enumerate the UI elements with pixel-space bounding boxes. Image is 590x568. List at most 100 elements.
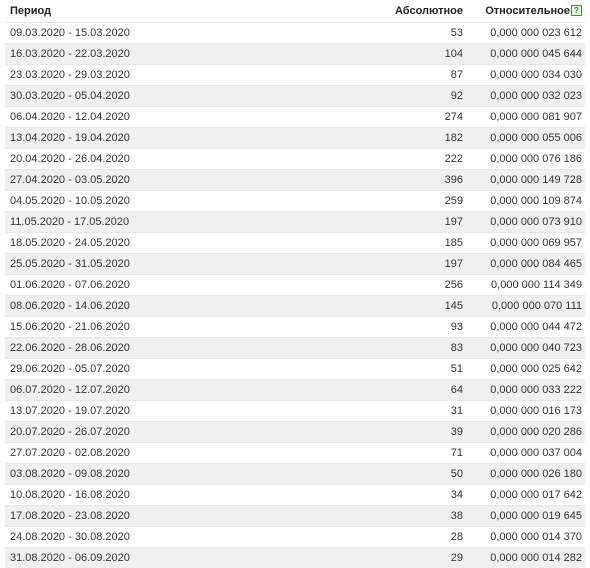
table-row: 23.03.2020 - 29.03.2020870,000 000 034 0…	[5, 65, 585, 86]
absolute-cell: 50	[385, 464, 467, 485]
period-cell: 10.08.2020 - 16.08.2020	[5, 485, 385, 506]
absolute-cell: 71	[385, 443, 467, 464]
table-body: 09.03.2020 - 15.03.2020530,000 000 023 6…	[5, 23, 585, 568]
relative-cell: 0,000 000 084 465	[467, 254, 585, 275]
table-row: 25.05.2020 - 31.05.20201970,000 000 084 …	[5, 254, 585, 275]
period-cell: 13.04.2020 - 19.04.2020	[5, 128, 385, 149]
period-cell: 23.03.2020 - 29.03.2020	[5, 65, 385, 86]
relative-cell: 0,000 000 114 349	[467, 275, 585, 296]
relative-cell: 0,000 000 081 907	[467, 107, 585, 128]
table-header: Период Абсолютное Относительное?	[5, 0, 585, 23]
absolute-cell: 31	[385, 401, 467, 422]
period-cell: 20.04.2020 - 26.04.2020	[5, 149, 385, 170]
table-row: 08.06.2020 - 14.06.20201450,000 000 070 …	[5, 296, 585, 317]
absolute-cell: 222	[385, 149, 467, 170]
period-cell: 31.08.2020 - 06.09.2020	[5, 548, 385, 568]
relative-cell: 0,000 000 037 004	[467, 443, 585, 464]
relative-cell: 0,000 000 019 645	[467, 506, 585, 527]
relative-cell: 0,000 000 023 612	[467, 23, 585, 44]
relative-cell: 0,000 000 016 173	[467, 401, 585, 422]
relative-cell: 0,000 000 073 910	[467, 212, 585, 233]
period-cell: 17.08.2020 - 23.08.2020	[5, 506, 385, 527]
table-row: 22.06.2020 - 28.06.2020830,000 000 040 7…	[5, 338, 585, 359]
absolute-cell: 51	[385, 359, 467, 380]
table-row: 10.08.2020 - 16.08.2020340,000 000 017 6…	[5, 485, 585, 506]
table-row: 17.08.2020 - 23.08.2020380,000 000 019 6…	[5, 506, 585, 527]
table-row: 06.07.2020 - 12.07.2020640,000 000 033 2…	[5, 380, 585, 401]
period-cell: 27.07.2020 - 02.08.2020	[5, 443, 385, 464]
absolute-cell: 256	[385, 275, 467, 296]
absolute-column-header: Абсолютное	[385, 0, 467, 23]
period-cell: 06.04.2020 - 12.04.2020	[5, 107, 385, 128]
statistics-panel: Период Абсолютное Относительное? 09.03.2…	[0, 0, 590, 555]
table-row: 03.08.2020 - 09.08.2020500,000 000 026 1…	[5, 464, 585, 485]
absolute-cell: 274	[385, 107, 467, 128]
table-row: 30.03.2020 - 05.04.2020920,000 000 032 0…	[5, 86, 585, 107]
period-column-header: Период	[5, 0, 385, 23]
period-cell: 27.04.2020 - 03.05.2020	[5, 170, 385, 191]
statistics-table: Период Абсолютное Относительное? 09.03.2…	[5, 0, 585, 568]
absolute-cell: 197	[385, 254, 467, 275]
table-row: 16.03.2020 - 22.03.20201040,000 000 045 …	[5, 44, 585, 65]
absolute-cell: 185	[385, 233, 467, 254]
relative-cell: 0,000 000 070 111	[467, 296, 585, 317]
period-cell: 08.06.2020 - 14.06.2020	[5, 296, 385, 317]
table-row: 18.05.2020 - 24.05.20201850,000 000 069 …	[5, 233, 585, 254]
relative-cell: 0,000 000 020 286	[467, 422, 585, 443]
period-cell: 18.05.2020 - 24.05.2020	[5, 233, 385, 254]
relative-column-header: Относительное?	[467, 0, 585, 23]
period-cell: 22.06.2020 - 28.06.2020	[5, 338, 385, 359]
table-row: 09.03.2020 - 15.03.2020530,000 000 023 6…	[5, 23, 585, 44]
period-cell: 04.05.2020 - 10.05.2020	[5, 191, 385, 212]
table-row: 11.05.2020 - 17.05.20201970,000 000 073 …	[5, 212, 585, 233]
table-row: 15.06.2020 - 21.06.2020930,000 000 044 4…	[5, 317, 585, 338]
relative-cell: 0,000 000 025 642	[467, 359, 585, 380]
period-cell: 11.05.2020 - 17.05.2020	[5, 212, 385, 233]
absolute-cell: 29	[385, 548, 467, 568]
table-row: 24.08.2020 - 30.08.2020280,000 000 014 3…	[5, 527, 585, 548]
header-row: Период Абсолютное Относительное?	[5, 0, 585, 23]
table-row: 27.07.2020 - 02.08.2020710,000 000 037 0…	[5, 443, 585, 464]
absolute-cell: 145	[385, 296, 467, 317]
absolute-cell: 64	[385, 380, 467, 401]
table-row: 01.06.2020 - 07.06.20202560,000 000 114 …	[5, 275, 585, 296]
table-row: 04.05.2020 - 10.05.20202590,000 000 109 …	[5, 191, 585, 212]
relative-cell: 0,000 000 026 180	[467, 464, 585, 485]
relative-cell: 0,000 000 014 282	[467, 548, 585, 568]
absolute-cell: 83	[385, 338, 467, 359]
help-icon[interactable]: ?	[571, 5, 582, 16]
table-row: 13.07.2020 - 19.07.2020310,000 000 016 1…	[5, 401, 585, 422]
relative-cell: 0,000 000 033 222	[467, 380, 585, 401]
absolute-cell: 259	[385, 191, 467, 212]
period-cell: 20.07.2020 - 26.07.2020	[5, 422, 385, 443]
period-cell: 13.07.2020 - 19.07.2020	[5, 401, 385, 422]
table-row: 31.08.2020 - 06.09.2020290,000 000 014 2…	[5, 548, 585, 568]
period-cell: 03.08.2020 - 09.08.2020	[5, 464, 385, 485]
relative-cell: 0,000 000 149 728	[467, 170, 585, 191]
relative-cell: 0,000 000 034 030	[467, 65, 585, 86]
table-row: 20.07.2020 - 26.07.2020390,000 000 020 2…	[5, 422, 585, 443]
absolute-cell: 34	[385, 485, 467, 506]
absolute-cell: 104	[385, 44, 467, 65]
period-cell: 30.03.2020 - 05.04.2020	[5, 86, 385, 107]
table-row: 20.04.2020 - 26.04.20202220,000 000 076 …	[5, 149, 585, 170]
relative-cell: 0,000 000 069 957	[467, 233, 585, 254]
period-cell: 24.08.2020 - 30.08.2020	[5, 527, 385, 548]
period-cell: 01.06.2020 - 07.06.2020	[5, 275, 385, 296]
relative-cell: 0,000 000 076 186	[467, 149, 585, 170]
period-cell: 06.07.2020 - 12.07.2020	[5, 380, 385, 401]
absolute-cell: 53	[385, 23, 467, 44]
table-row: 13.04.2020 - 19.04.20201820,000 000 055 …	[5, 128, 585, 149]
absolute-cell: 28	[385, 527, 467, 548]
table-row: 06.04.2020 - 12.04.20202740,000 000 081 …	[5, 107, 585, 128]
period-cell: 09.03.2020 - 15.03.2020	[5, 23, 385, 44]
absolute-cell: 38	[385, 506, 467, 527]
relative-cell: 0,000 000 045 644	[467, 44, 585, 65]
absolute-cell: 92	[385, 86, 467, 107]
absolute-cell: 396	[385, 170, 467, 191]
period-cell: 29.06.2020 - 05.07.2020	[5, 359, 385, 380]
relative-cell: 0,000 000 044 472	[467, 317, 585, 338]
relative-cell: 0,000 000 014 370	[467, 527, 585, 548]
period-cell: 16.03.2020 - 22.03.2020	[5, 44, 385, 65]
relative-cell: 0,000 000 055 006	[467, 128, 585, 149]
